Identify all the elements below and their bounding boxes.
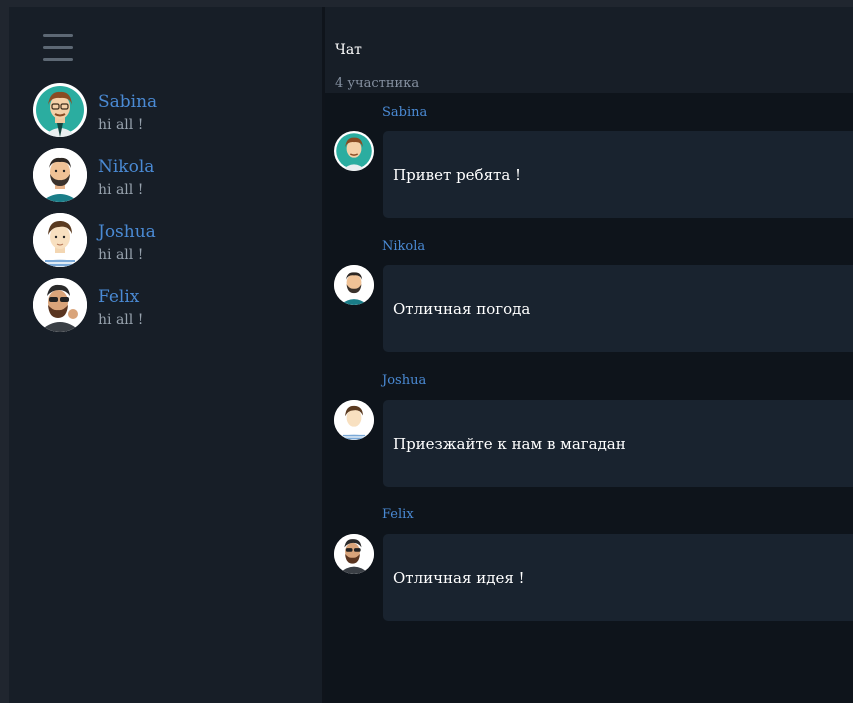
contact-joshua[interactable]: Joshua hi all ! [33, 213, 313, 271]
message-bubble: Приезжайте к нам в магадан [383, 400, 853, 487]
contact-name: Felix [98, 287, 140, 307]
contact-name: Nikola [98, 157, 155, 177]
message-bubble: Отличная погода [383, 265, 853, 352]
message-text: Приезжайте к нам в магадан [393, 435, 626, 453]
message-bubble: Привет ребята ! [383, 131, 853, 218]
contact-last-message: hi all ! [98, 182, 144, 198]
message-text: Отличная погода [393, 300, 531, 318]
avatar-sabina-icon [334, 131, 374, 171]
message-bubble: Отличная идея ! [383, 534, 853, 621]
avatar-nikola-icon [334, 265, 374, 305]
chat-panel: Чат 4 участника Sabina Привет ребята ! N… [325, 7, 853, 703]
chat-header: Чат 4 участника [325, 7, 853, 93]
contact-last-message: hi all ! [98, 247, 144, 263]
participants-count: 4 участника [335, 76, 420, 91]
message-author: Nikola [382, 239, 426, 254]
avatar-nikola-icon [33, 148, 87, 202]
message-author: Joshua [382, 373, 427, 388]
contact-nikola[interactable]: Nikola hi all ! [33, 148, 313, 206]
avatar-joshua-icon [334, 400, 374, 440]
contact-sabina[interactable]: Sabina hi all ! [33, 83, 313, 141]
contact-name: Joshua [98, 222, 156, 242]
avatar-felix-icon [33, 278, 87, 332]
avatar-felix-icon [334, 534, 374, 574]
message-text: Привет ребята ! [393, 166, 522, 184]
contact-felix[interactable]: Felix hi all ! [33, 278, 313, 336]
avatar-sabina-icon [33, 83, 87, 137]
chat-title: Чат [335, 42, 362, 58]
message-author: Sabina [382, 105, 428, 120]
hamburger-menu-icon[interactable] [43, 34, 73, 62]
window-top-edge [0, 0, 853, 7]
avatar-joshua-icon [33, 213, 87, 267]
contact-last-message: hi all ! [98, 117, 144, 133]
message-text: Отличная идея ! [393, 569, 525, 587]
contact-name: Sabina [98, 92, 158, 112]
message-author: Felix [382, 507, 414, 522]
contacts-sidebar: Sabina hi all ! Nikola hi all ! Joshua h… [9, 7, 322, 703]
window-left-edge [0, 0, 9, 703]
contact-last-message: hi all ! [98, 312, 144, 328]
